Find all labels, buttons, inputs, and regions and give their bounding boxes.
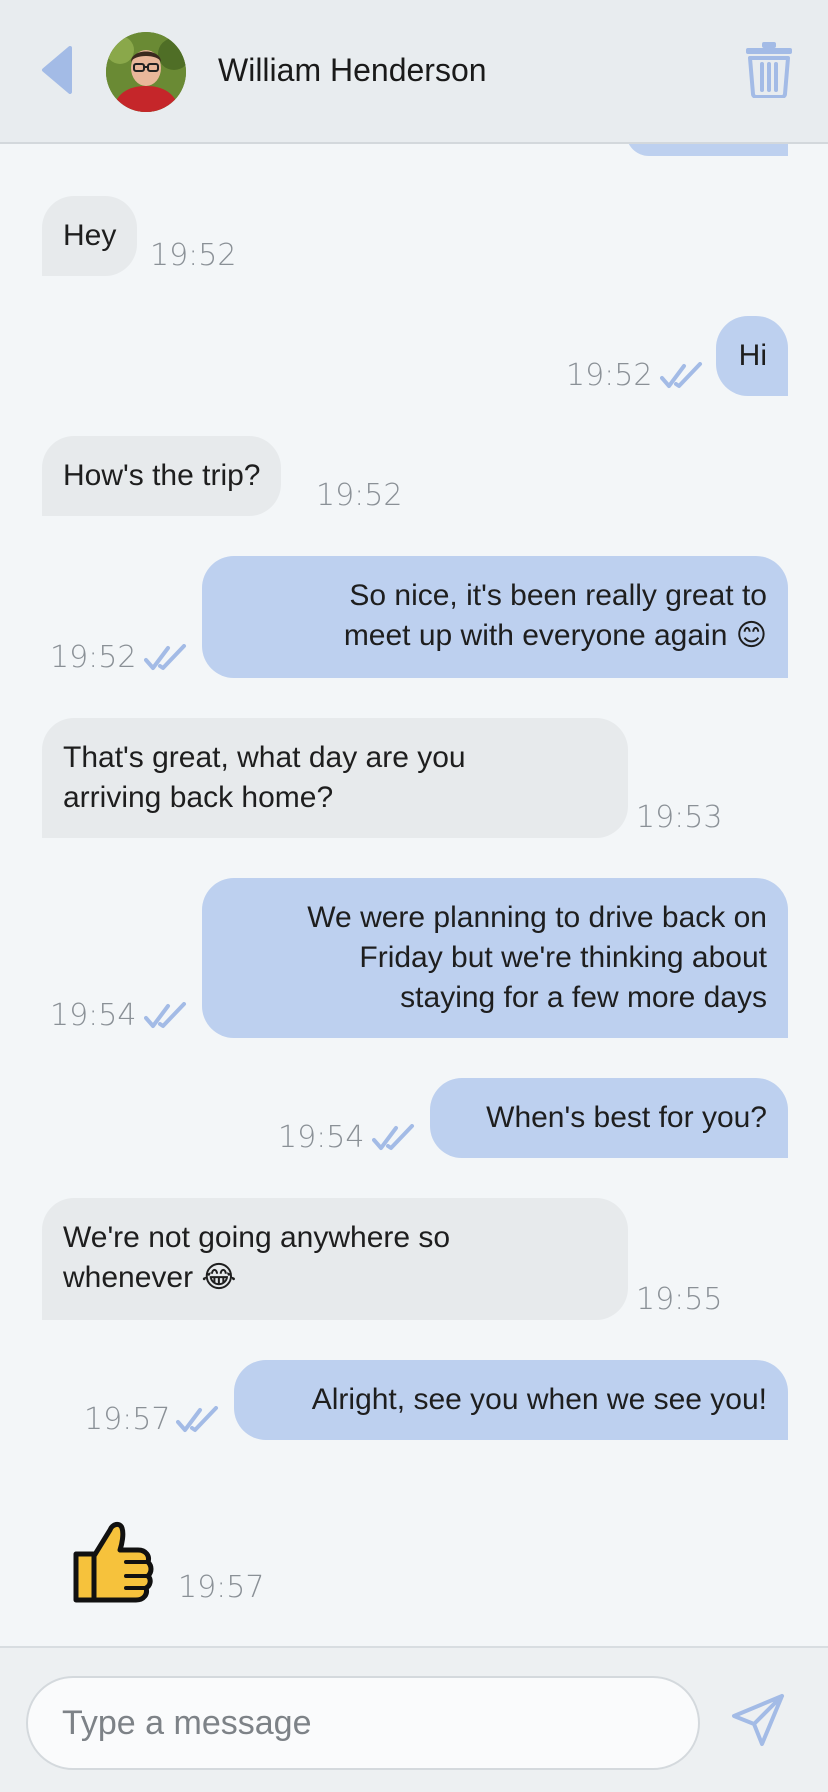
message-time: 19:52 bbox=[150, 238, 237, 273]
message-time: 19:55 bbox=[636, 1282, 723, 1317]
double-check-icon bbox=[176, 1406, 218, 1432]
avatar[interactable] bbox=[106, 32, 186, 112]
contact-name[interactable]: William Henderson bbox=[218, 52, 487, 89]
message-list[interactable]: 19:52 Hey 19:52 Hi 19:52 How's the trip?… bbox=[0, 0, 828, 1648]
trash-icon[interactable] bbox=[744, 40, 794, 98]
message-bubble-incoming[interactable]: How's the trip? bbox=[42, 436, 282, 516]
chat-screen: 19:52 Hey 19:52 Hi 19:52 How's the trip?… bbox=[0, 0, 828, 1792]
message-text: How's the trip? bbox=[63, 459, 261, 492]
message-composer bbox=[0, 1646, 828, 1792]
message-time: 19:54 bbox=[278, 1120, 365, 1155]
message-time: 19:52 bbox=[316, 478, 403, 513]
message-time: 19:57 bbox=[178, 1570, 265, 1605]
message-time: 19:52 bbox=[566, 358, 653, 393]
message-time: 19:53 bbox=[636, 800, 723, 835]
message-bubble-outgoing[interactable]: Alright, see you when we see you! bbox=[234, 1360, 788, 1440]
message-text: Hi bbox=[738, 339, 767, 372]
back-arrow-icon[interactable] bbox=[40, 46, 80, 94]
double-check-icon bbox=[144, 644, 186, 670]
double-check-icon bbox=[372, 1124, 414, 1150]
avatar-photo bbox=[106, 32, 186, 112]
message-bubble-incoming[interactable]: We're not going anywhere so whenever 😂 bbox=[42, 1198, 628, 1320]
message-bubble-incoming[interactable]: That's great, what day are you arriving … bbox=[42, 718, 628, 838]
message-time: 19:52 bbox=[50, 640, 137, 675]
message-text-line: staying for a few more days bbox=[400, 981, 767, 1014]
message-bubble-outgoing[interactable]: We were planning to drive back on Friday… bbox=[202, 878, 788, 1038]
message-bubble-incoming[interactable]: Hey bbox=[42, 196, 138, 276]
message-text-line: meet up with everyone again 😊 bbox=[343, 619, 767, 652]
message-text-line: So nice, it's been really great to bbox=[349, 579, 767, 612]
message-time: 19:57 bbox=[84, 1402, 171, 1437]
thumbs-up-emoji[interactable] bbox=[70, 1518, 154, 1604]
message-text-line: Friday but we're thinking about bbox=[359, 941, 767, 974]
send-icon[interactable] bbox=[730, 1692, 786, 1748]
message-text-line: We're not going anywhere so bbox=[63, 1221, 451, 1254]
message-text: Hey bbox=[63, 219, 117, 252]
message-text-line: whenever 😂 bbox=[63, 1261, 237, 1294]
message-text: Alright, see you when we see you! bbox=[311, 1383, 767, 1416]
double-check-icon bbox=[660, 362, 702, 388]
message-input[interactable] bbox=[28, 1678, 698, 1768]
message-text-line: That's great, what day are you bbox=[63, 741, 466, 774]
double-check-icon bbox=[144, 1002, 186, 1028]
message-bubble-outgoing[interactable]: Hi bbox=[716, 316, 788, 396]
message-text: When's best for you? bbox=[486, 1101, 767, 1134]
message-bubble-outgoing[interactable]: So nice, it's been really great to meet … bbox=[202, 556, 788, 678]
message-bubble-outgoing[interactable]: When's best for you? bbox=[430, 1078, 788, 1158]
message-text-line: We were planning to drive back on bbox=[307, 901, 767, 934]
message-input-wrapper bbox=[26, 1676, 700, 1770]
chat-header: William Henderson bbox=[0, 0, 828, 144]
message-time: 19:54 bbox=[50, 998, 137, 1033]
message-text-line: arriving back home? bbox=[63, 781, 334, 814]
